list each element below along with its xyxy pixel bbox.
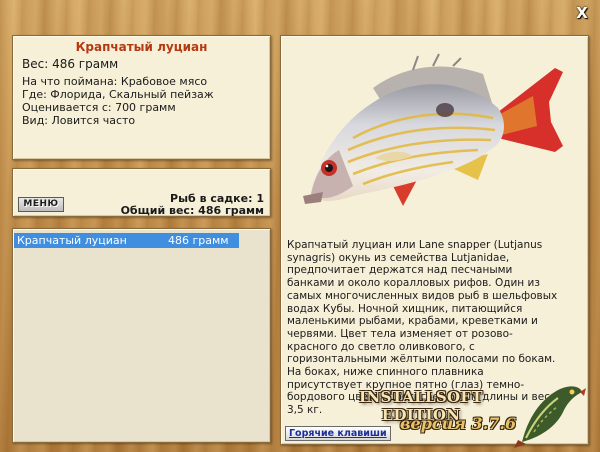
pike-logo <box>514 386 586 448</box>
hotkeys-button[interactable]: Горячие клавиши <box>285 426 391 441</box>
type-line: Вид: Ловится часто <box>22 114 136 127</box>
close-icon[interactable]: X <box>573 4 591 22</box>
list-item[interactable]: Крапчатый луциан 486 грамм <box>14 233 239 248</box>
bait-line: На что поймана: Крабовое мясо <box>22 75 208 88</box>
list-item-weight: 486 грамм <box>168 234 229 247</box>
catch-list[interactable]: Крапчатый луциан 486 грамм <box>12 228 271 443</box>
fish-info-panel: Крапчатый луциан Вес: 486 грамм На что п… <box>12 35 271 160</box>
fish-name-title: Крапчатый луциан <box>75 40 208 54</box>
list-item-name: Крапчатый луциан <box>17 234 127 247</box>
location-line: Где: Флорида, Скальный пейзаж <box>22 88 214 101</box>
keepnet-summary-panel: МЕНЮ Рыб в садке: 1 Общий вес: 486 грамм <box>12 168 271 217</box>
fish-weight: Вес: 486 грамм <box>22 57 119 71</box>
total-weight: Общий вес: 486 грамм <box>120 204 264 217</box>
menu-button[interactable]: МЕНЮ <box>18 197 64 212</box>
version-label: версия 3.7.6 <box>400 414 517 433</box>
fish-image <box>303 53 563 206</box>
value-line: Оценивается с: 700 грамм <box>22 101 176 114</box>
